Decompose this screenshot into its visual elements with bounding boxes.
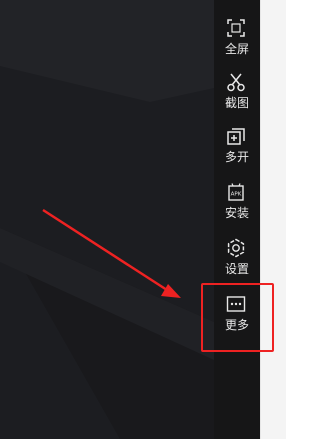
annotation-arrow — [42, 208, 181, 298]
